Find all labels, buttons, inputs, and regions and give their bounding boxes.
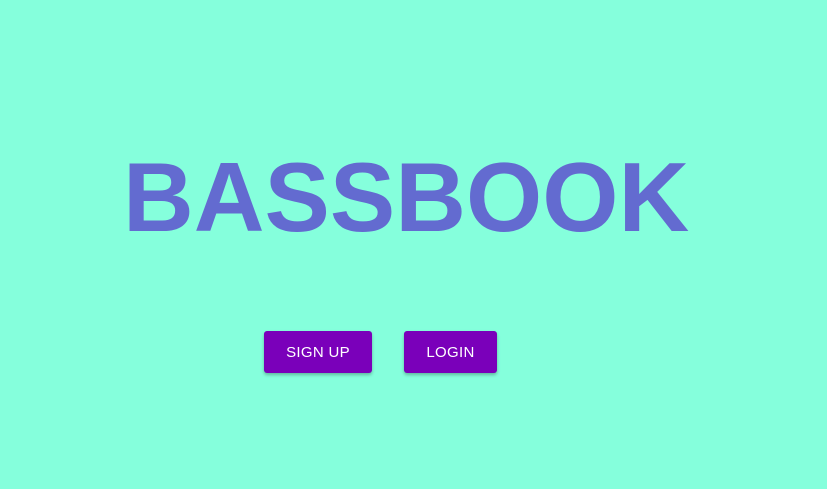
app-logo-title: BASSBOOK [123,142,690,252]
login-button[interactable]: LOGIN [404,331,497,373]
landing-page: BASSBOOK SIGN UP LOGIN [0,0,827,489]
sign-up-button[interactable]: SIGN UP [264,331,372,373]
